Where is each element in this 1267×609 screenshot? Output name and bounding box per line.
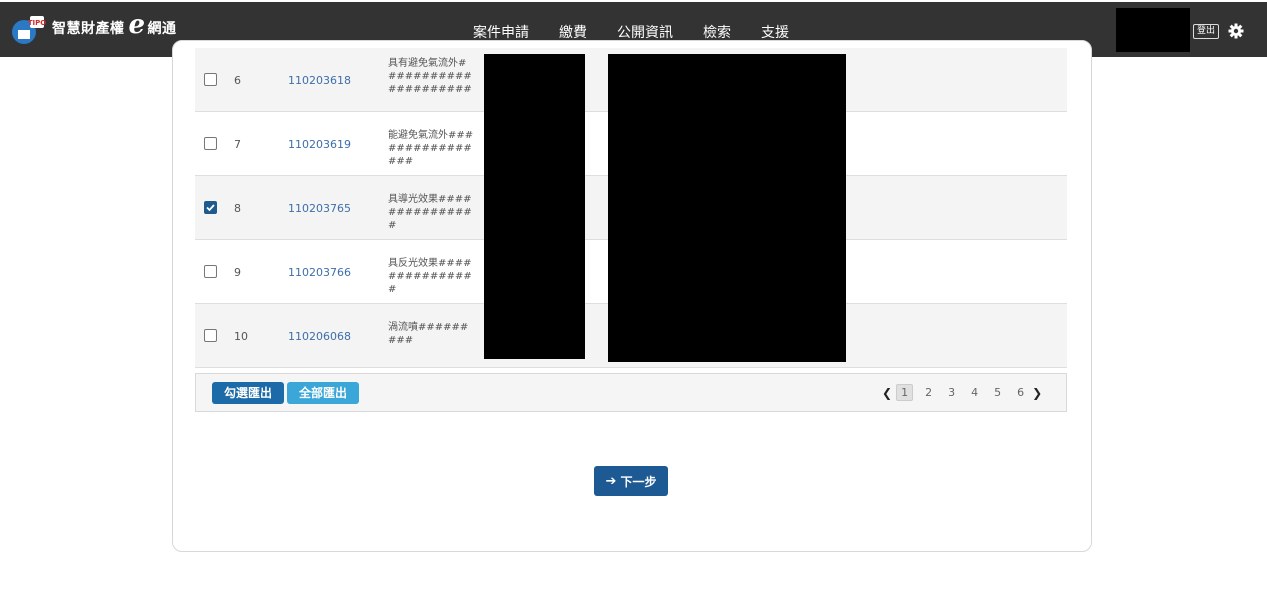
row-number: 6 — [234, 74, 241, 87]
patent-title: 渦流噴######### — [388, 321, 474, 347]
nav-item-support[interactable]: 支援 — [761, 22, 789, 42]
logout-button[interactable]: 登出 — [1193, 24, 1219, 39]
export-all-button[interactable]: 全部匯出 — [287, 382, 359, 404]
patent-title: 具有避免氣流外##################### — [388, 57, 474, 96]
nav-item-search[interactable]: 檢索 — [703, 22, 731, 42]
main-nav: 案件申請 繳費 公開資訊 檢索 支援 — [473, 22, 819, 42]
row-number: 7 — [234, 138, 241, 151]
row-number: 10 — [234, 330, 248, 343]
application-number-link[interactable]: 110206068 — [288, 330, 351, 343]
nav-item-payment[interactable]: 繳費 — [559, 22, 587, 42]
export-selected-button[interactable]: 勾選匯出 — [212, 382, 284, 404]
row-number: 8 — [234, 202, 241, 215]
page-6-button[interactable]: 6 — [1013, 385, 1028, 400]
redacted-column-1 — [484, 54, 585, 359]
row-checkbox[interactable] — [204, 137, 217, 150]
redacted-column-2 — [608, 54, 846, 362]
patent-title: 具反光效果############### — [388, 257, 474, 296]
row-number: 9 — [234, 266, 241, 279]
page-4-button[interactable]: 4 — [967, 385, 982, 400]
nav-item-public-info[interactable]: 公開資訊 — [617, 22, 673, 42]
redacted-user-info — [1116, 8, 1190, 52]
next-step-label: 下一步 — [620, 473, 656, 490]
page-1-button[interactable]: 1 — [896, 384, 913, 401]
application-number-link[interactable]: 110203766 — [288, 266, 351, 279]
brand-e: e — [129, 12, 146, 38]
chevron-right-icon[interactable]: ❯ — [1032, 386, 1042, 400]
patent-title: 能避免氣流外################ — [388, 129, 474, 168]
application-number-link[interactable]: 110203618 — [288, 74, 351, 87]
brand-prefix: 智慧財產權 — [52, 18, 125, 38]
pagination: ❮ 1 2 3 4 5 6 ❯ — [882, 384, 1042, 401]
next-step-button[interactable]: ➔ 下一步 — [594, 466, 668, 496]
row-checkbox-checked[interactable] — [204, 201, 217, 214]
patent-title: 具導光效果############### — [388, 193, 474, 232]
page-5-button[interactable]: 5 — [990, 385, 1005, 400]
application-number-link[interactable]: 110203619 — [288, 138, 351, 151]
chevron-left-icon[interactable]: ❮ — [882, 386, 892, 400]
tipo-logo-icon[interactable]: TIPO — [10, 14, 46, 46]
logo-text: TIPO — [28, 19, 46, 27]
brand-suffix: 網通 — [148, 18, 177, 38]
arrow-right-icon: ➔ — [606, 474, 617, 489]
checkmark-icon — [205, 202, 216, 213]
brand-title[interactable]: 智慧財產權 e 網通 — [52, 18, 177, 38]
nav-item-case-application[interactable]: 案件申請 — [473, 22, 529, 42]
page-3-button[interactable]: 3 — [944, 385, 959, 400]
gear-icon[interactable] — [1228, 23, 1244, 39]
page-2-button[interactable]: 2 — [921, 385, 936, 400]
table-footer: 勾選匯出 全部匯出 ❮ 1 2 3 4 5 6 ❯ — [195, 373, 1067, 412]
row-checkbox[interactable] — [204, 73, 217, 86]
row-checkbox[interactable] — [204, 265, 217, 278]
row-checkbox[interactable] — [204, 329, 217, 342]
application-number-link[interactable]: 110203765 — [288, 202, 351, 215]
